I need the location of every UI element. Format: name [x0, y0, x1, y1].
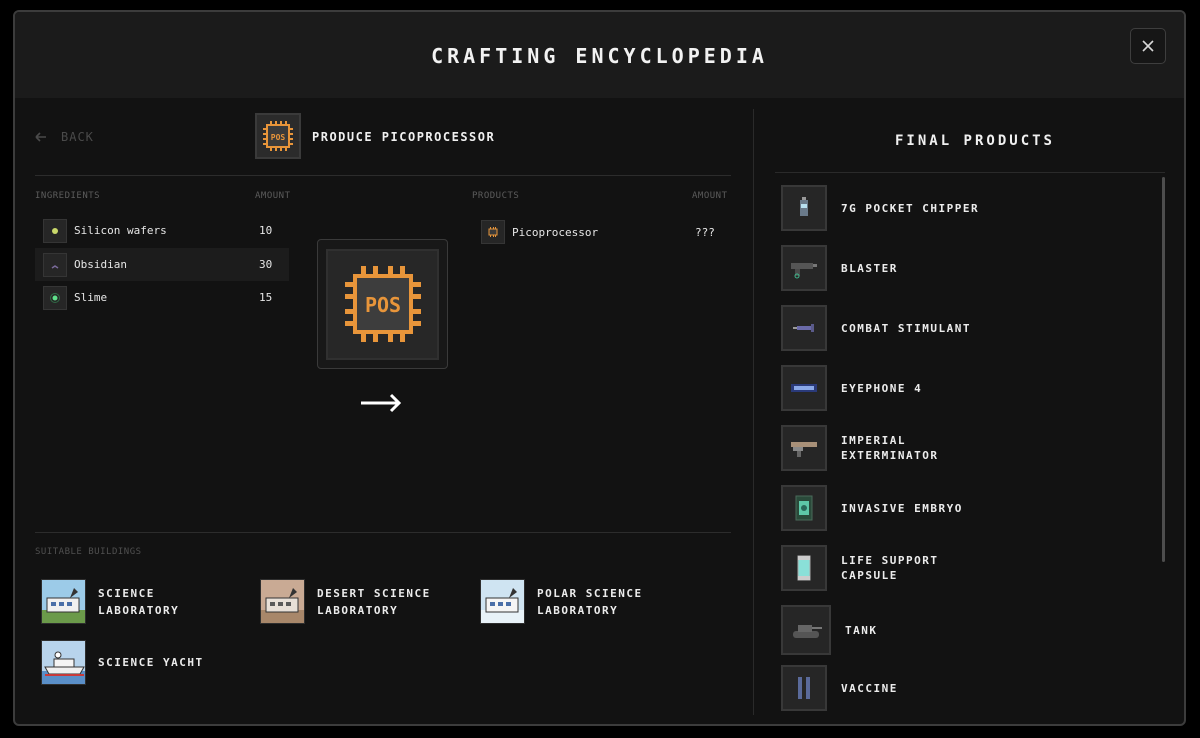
arrow-left-icon — [35, 132, 46, 142]
final-product-name: INVASIVE EMBRYO — [841, 501, 963, 515]
building-name: SCIENCE YACHT — [98, 656, 204, 669]
blaster-icon — [781, 245, 827, 291]
ingredient-amount: 10 — [259, 224, 273, 237]
invasive-embryo-icon — [781, 485, 827, 531]
tank-icon — [781, 605, 831, 655]
close-icon — [1142, 40, 1154, 52]
divider — [35, 175, 731, 176]
final-product-item[interactable]: LIFE SUPPORT CAPSULE — [781, 545, 1151, 591]
final-product-name: BLASTER — [841, 261, 898, 275]
pane-divider — [753, 109, 754, 715]
building-name-line2: LABORATORY — [317, 603, 399, 617]
building-desert-science-laboratory[interactable]: DESERT SCIENCE LABORATORY — [260, 579, 467, 624]
pocket-chipper-icon — [781, 185, 827, 231]
building-name: DESERT SCIENCE — [317, 586, 431, 600]
buildings-header: SUITABLE BUILDINGS — [35, 547, 142, 557]
picoprocessor-large-icon: POS — [344, 266, 421, 342]
building-name-line2: LABORATORY — [98, 603, 180, 617]
crafting-encyclopedia-modal: CRAFTING ENCYCLOPEDIA BACK POS PRODUCE P… — [13, 10, 1186, 726]
divider — [35, 532, 731, 533]
ingredient-row[interactable]: Obsidian 30 — [35, 248, 289, 281]
back-label: BACK — [61, 130, 94, 144]
building-polar-science-laboratory[interactable]: POLAR SCIENCE LABORATORY — [480, 579, 687, 624]
life-support-capsule-icon — [781, 545, 827, 591]
ingredients-amount-header: AMOUNT — [255, 191, 291, 201]
product-amount: ??? — [695, 225, 715, 239]
chip-label: POS — [271, 133, 286, 142]
building-science-yacht[interactable]: SCIENCE YACHT — [41, 640, 248, 685]
final-product-item[interactable]: INVASIVE EMBRYO — [781, 485, 1151, 531]
ingredient-name: Slime — [74, 291, 108, 304]
science-yacht-icon — [41, 640, 86, 685]
final-product-item[interactable]: 7G POCKET CHIPPER — [781, 185, 1151, 231]
final-product-name: LIFE SUPPORT — [841, 554, 939, 567]
final-product-item[interactable]: VACCINE — [781, 665, 1151, 711]
back-button[interactable]: BACK — [35, 130, 94, 144]
products-amount-header: AMOUNT — [692, 191, 728, 201]
divider — [775, 172, 1165, 173]
imperial-exterminator-icon — [781, 425, 827, 471]
ingredient-row[interactable]: Silicon wafers 10 — [35, 214, 289, 247]
final-products-list[interactable]: 7G POCKET CHIPPER BLASTER COMBAT STIMULA… — [775, 177, 1160, 715]
final-product-name: TANK — [845, 623, 878, 637]
ingredients-header: INGREDIENTS — [35, 191, 101, 201]
eyephone-icon — [781, 365, 827, 411]
final-product-item[interactable]: TANK — [781, 605, 1151, 655]
obsidian-icon — [43, 252, 67, 277]
vaccine-icon — [781, 665, 827, 711]
final-product-name-line2: CAPSULE — [841, 569, 898, 582]
final-products-title: FINAL PRODUCTS — [894, 133, 1055, 149]
final-product-item[interactable]: COMBAT STIMULANT — [781, 305, 1151, 351]
polar-lab-icon — [480, 579, 525, 624]
ingredient-name: Silicon wafers — [74, 224, 167, 237]
arrow-right-icon — [361, 393, 402, 413]
ingredient-name: Obsidian — [74, 258, 127, 271]
building-name-line2: LABORATORY — [537, 603, 619, 617]
final-product-item[interactable]: IMPERIAL EXTERMINATOR — [781, 425, 1151, 471]
ingredient-row[interactable]: Slime 15 — [35, 281, 289, 314]
product-preview: POS — [317, 239, 448, 369]
final-product-name: EYEPHONE 4 — [841, 381, 923, 395]
modal-header: CRAFTING ENCYCLOPEDIA — [15, 12, 1184, 98]
chip-label-large: POS — [364, 293, 400, 317]
slime-icon — [43, 285, 67, 310]
recipe-title: PRODUCE PICOPROCESSOR — [312, 130, 496, 144]
final-product-name-line2: EXTERMINATOR — [841, 449, 939, 462]
final-product-name: IMPERIAL — [841, 434, 906, 447]
ingredient-amount: 15 — [259, 291, 273, 304]
building-name: POLAR SCIENCE — [537, 586, 643, 600]
silicon-wafer-icon — [43, 218, 67, 243]
final-product-item[interactable]: BLASTER — [781, 245, 1151, 291]
product-row[interactable]: Picoprocessor ??? — [481, 217, 727, 247]
close-button[interactable] — [1130, 28, 1166, 64]
final-product-name: COMBAT STIMULANT — [841, 321, 971, 335]
combat-stimulant-icon — [781, 305, 827, 351]
ingredient-amount: 30 — [259, 258, 273, 271]
final-product-item[interactable]: EYEPHONE 4 — [781, 365, 1151, 411]
desert-lab-icon — [260, 579, 305, 624]
building-name: SCIENCE — [98, 586, 155, 600]
science-lab-icon — [41, 579, 86, 624]
products-header: PRODUCTS — [472, 191, 520, 201]
picoprocessor-icon — [481, 220, 505, 244]
final-product-name: 7G POCKET CHIPPER — [841, 201, 980, 215]
modal-title: CRAFTING ENCYCLOPEDIA — [431, 44, 768, 68]
picoprocessor-icon: POS — [255, 113, 301, 159]
final-product-name: VACCINE — [841, 681, 898, 695]
final-products-scrollbar[interactable] — [1162, 177, 1165, 562]
building-science-laboratory[interactable]: SCIENCE LABORATORY — [41, 579, 248, 624]
